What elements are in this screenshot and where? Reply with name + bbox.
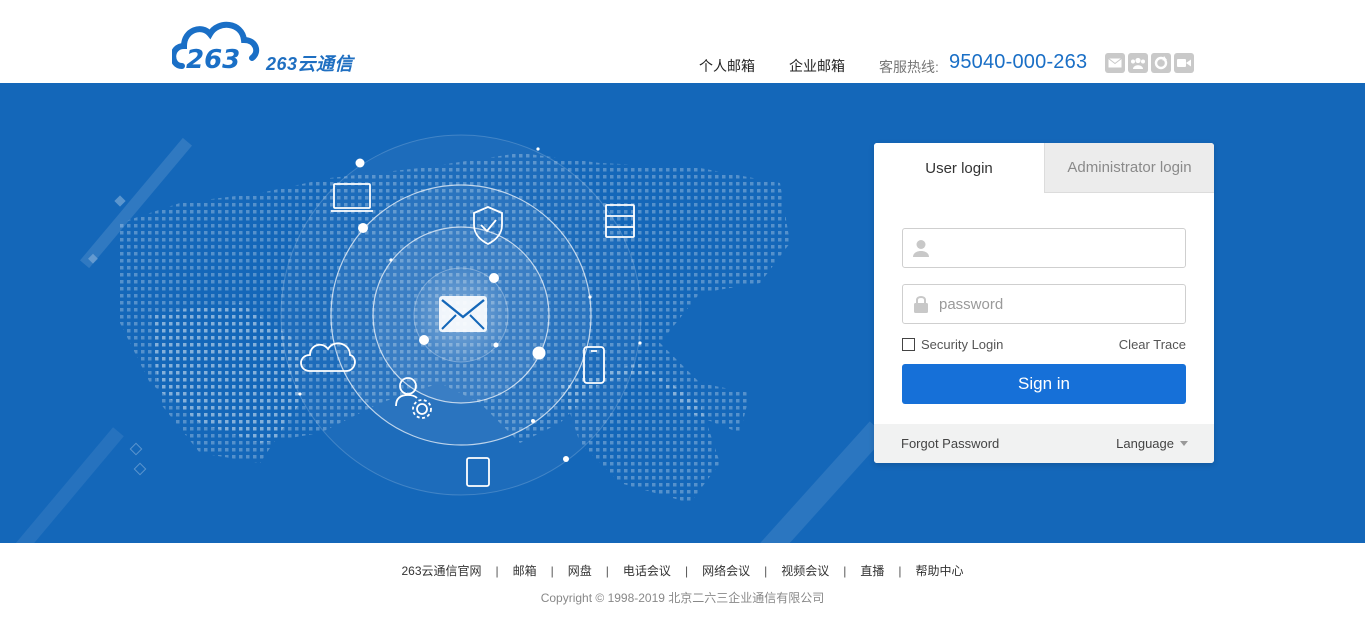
login-tabs: User login Administrator login (874, 143, 1214, 193)
user-icon (903, 239, 939, 257)
login-options: Security Login Clear Trace (902, 337, 1186, 353)
username-field[interactable] (902, 228, 1186, 268)
header-icon-group (1105, 53, 1194, 73)
copyright: Copyright © 1998-2019 北京二六三企业通信有限公司 (540, 591, 825, 605)
hero-banner: User login Administrator login Security … (0, 83, 1365, 543)
hotline-label: 客服热线: (879, 59, 939, 75)
tab-user-login[interactable]: User login (874, 143, 1044, 193)
password-field[interactable] (902, 284, 1186, 324)
refresh-icon[interactable] (1151, 53, 1171, 73)
hotline-number: 95040-000-263 (949, 51, 1088, 73)
nav-personal-mail[interactable]: 个人邮箱 (699, 56, 755, 76)
group-icon[interactable] (1128, 53, 1148, 73)
caret-down-icon (1180, 441, 1188, 446)
svg-text:263: 263 (186, 45, 240, 72)
mail-icon[interactable] (1105, 53, 1125, 73)
footer-link-live[interactable]: 直播 (860, 564, 884, 578)
tab-admin-login[interactable]: Administrator login (1044, 143, 1214, 193)
footer-link-disk[interactable]: 网盘 (568, 564, 592, 578)
footer-link-mail[interactable]: 邮箱 (513, 564, 537, 578)
password-input[interactable] (939, 286, 1179, 322)
clear-trace-link[interactable]: Clear Trace (1119, 337, 1186, 352)
footer-link-video-conf[interactable]: 视频会议 (781, 564, 829, 578)
footer-link-phone-conf[interactable]: 电话会议 (623, 564, 671, 578)
footer-link-web-conf[interactable]: 网络会议 (702, 564, 750, 578)
footer-link-help[interactable]: 帮助中心 (915, 564, 963, 578)
forgot-password-link[interactable]: Forgot Password (901, 436, 999, 451)
security-login-label[interactable]: Security Login (921, 337, 1003, 352)
nav-enterprise-mail[interactable]: 企业邮箱 (789, 56, 845, 76)
logo-text: 263云通信 (266, 54, 354, 74)
footer-link-official[interactable]: 263云通信官网 (401, 564, 481, 578)
username-input[interactable] (939, 230, 1179, 266)
sign-in-button[interactable]: Sign in (902, 364, 1186, 404)
lock-icon (903, 295, 939, 313)
login-panel: User login Administrator login Security … (874, 143, 1214, 463)
video-icon[interactable] (1174, 53, 1194, 73)
security-login-checkbox[interactable] (902, 338, 915, 351)
footer-links: 263云通信官网 | 邮箱 | 网盘 | 电话会议 | 网络会议 | 视频会议 | 直播 | 帮助中心 (401, 564, 964, 578)
language-selector[interactable]: Language (1116, 436, 1188, 451)
language-label: Language (1116, 436, 1174, 451)
login-footer: Forgot Password Language (874, 424, 1214, 463)
header: 263 263云通信 个人邮箱 企业邮箱 客服热线: 95040-000-263 (0, 0, 1365, 83)
